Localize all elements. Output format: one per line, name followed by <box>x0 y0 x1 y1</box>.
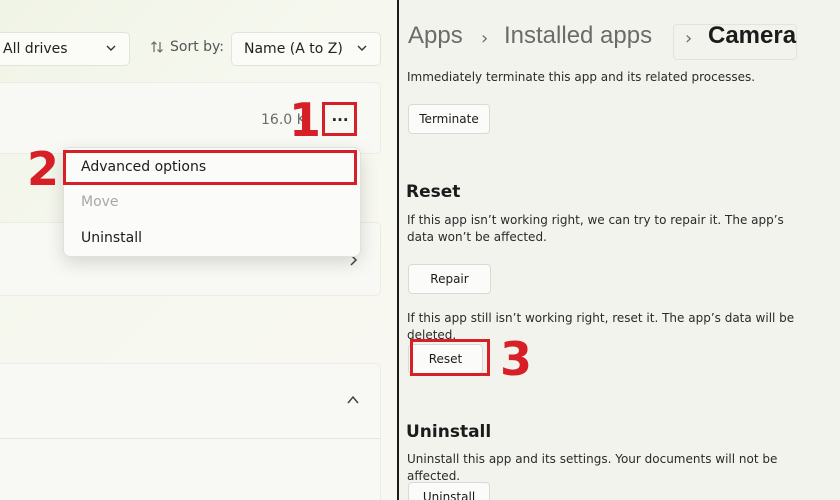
terminate-button[interactable]: Terminate <box>408 104 490 134</box>
step2-highlight <box>63 150 357 185</box>
sort-order-dropdown[interactable]: Name (A to Z) <box>231 32 381 66</box>
breadcrumb-separator-icon: › <box>481 28 489 49</box>
terminate-description: Immediately terminate this app and its r… <box>407 70 756 84</box>
sort-order-value: Name (A to Z) <box>244 41 343 57</box>
chevron-down-icon <box>357 45 367 51</box>
step3-highlight <box>410 339 490 376</box>
repair-button[interactable]: Repair <box>408 264 491 294</box>
uninstall-description: Uninstall this app and its settings. You… <box>407 452 778 483</box>
sort-icon <box>151 41 163 53</box>
breadcrumb-separator-icon: › <box>685 28 693 49</box>
breadcrumb-installed-apps[interactable]: Installed apps <box>504 22 652 50</box>
step2-number: 2 <box>27 142 60 196</box>
chevron-up-icon[interactable] <box>345 393 361 407</box>
breadcrumb-apps[interactable]: Apps <box>408 22 463 50</box>
installed-apps-pane: All drives Sort by: Name (A to Z) 16.0 K… <box>0 0 397 500</box>
drives-filter-dropdown[interactable]: All drives <box>0 32 130 66</box>
step1-number: 1 <box>289 93 322 147</box>
app-list-item-expanded <box>0 363 381 500</box>
menu-item-uninstall[interactable]: Uninstall <box>81 230 142 246</box>
divider <box>0 438 380 439</box>
menu-item-move: Move <box>81 194 119 210</box>
repair-description: If this app isn’t working right, we can … <box>407 213 784 244</box>
drives-filter-value: All drives <box>3 41 68 57</box>
app-advanced-options-pane: Apps › Installed apps › Camera Immediate… <box>399 0 840 500</box>
step3-number: 3 <box>500 332 533 386</box>
breadcrumb-camera: Camera <box>708 22 797 49</box>
uninstall-heading: Uninstall <box>406 422 492 442</box>
reset-heading: Reset <box>406 182 461 202</box>
sort-by-text: Sort by: <box>170 39 225 55</box>
step1-highlight <box>322 102 357 136</box>
chevron-down-icon <box>106 45 116 51</box>
sort-by-label: Sort by: <box>150 39 224 55</box>
uninstall-button[interactable]: Uninstall <box>408 482 490 500</box>
